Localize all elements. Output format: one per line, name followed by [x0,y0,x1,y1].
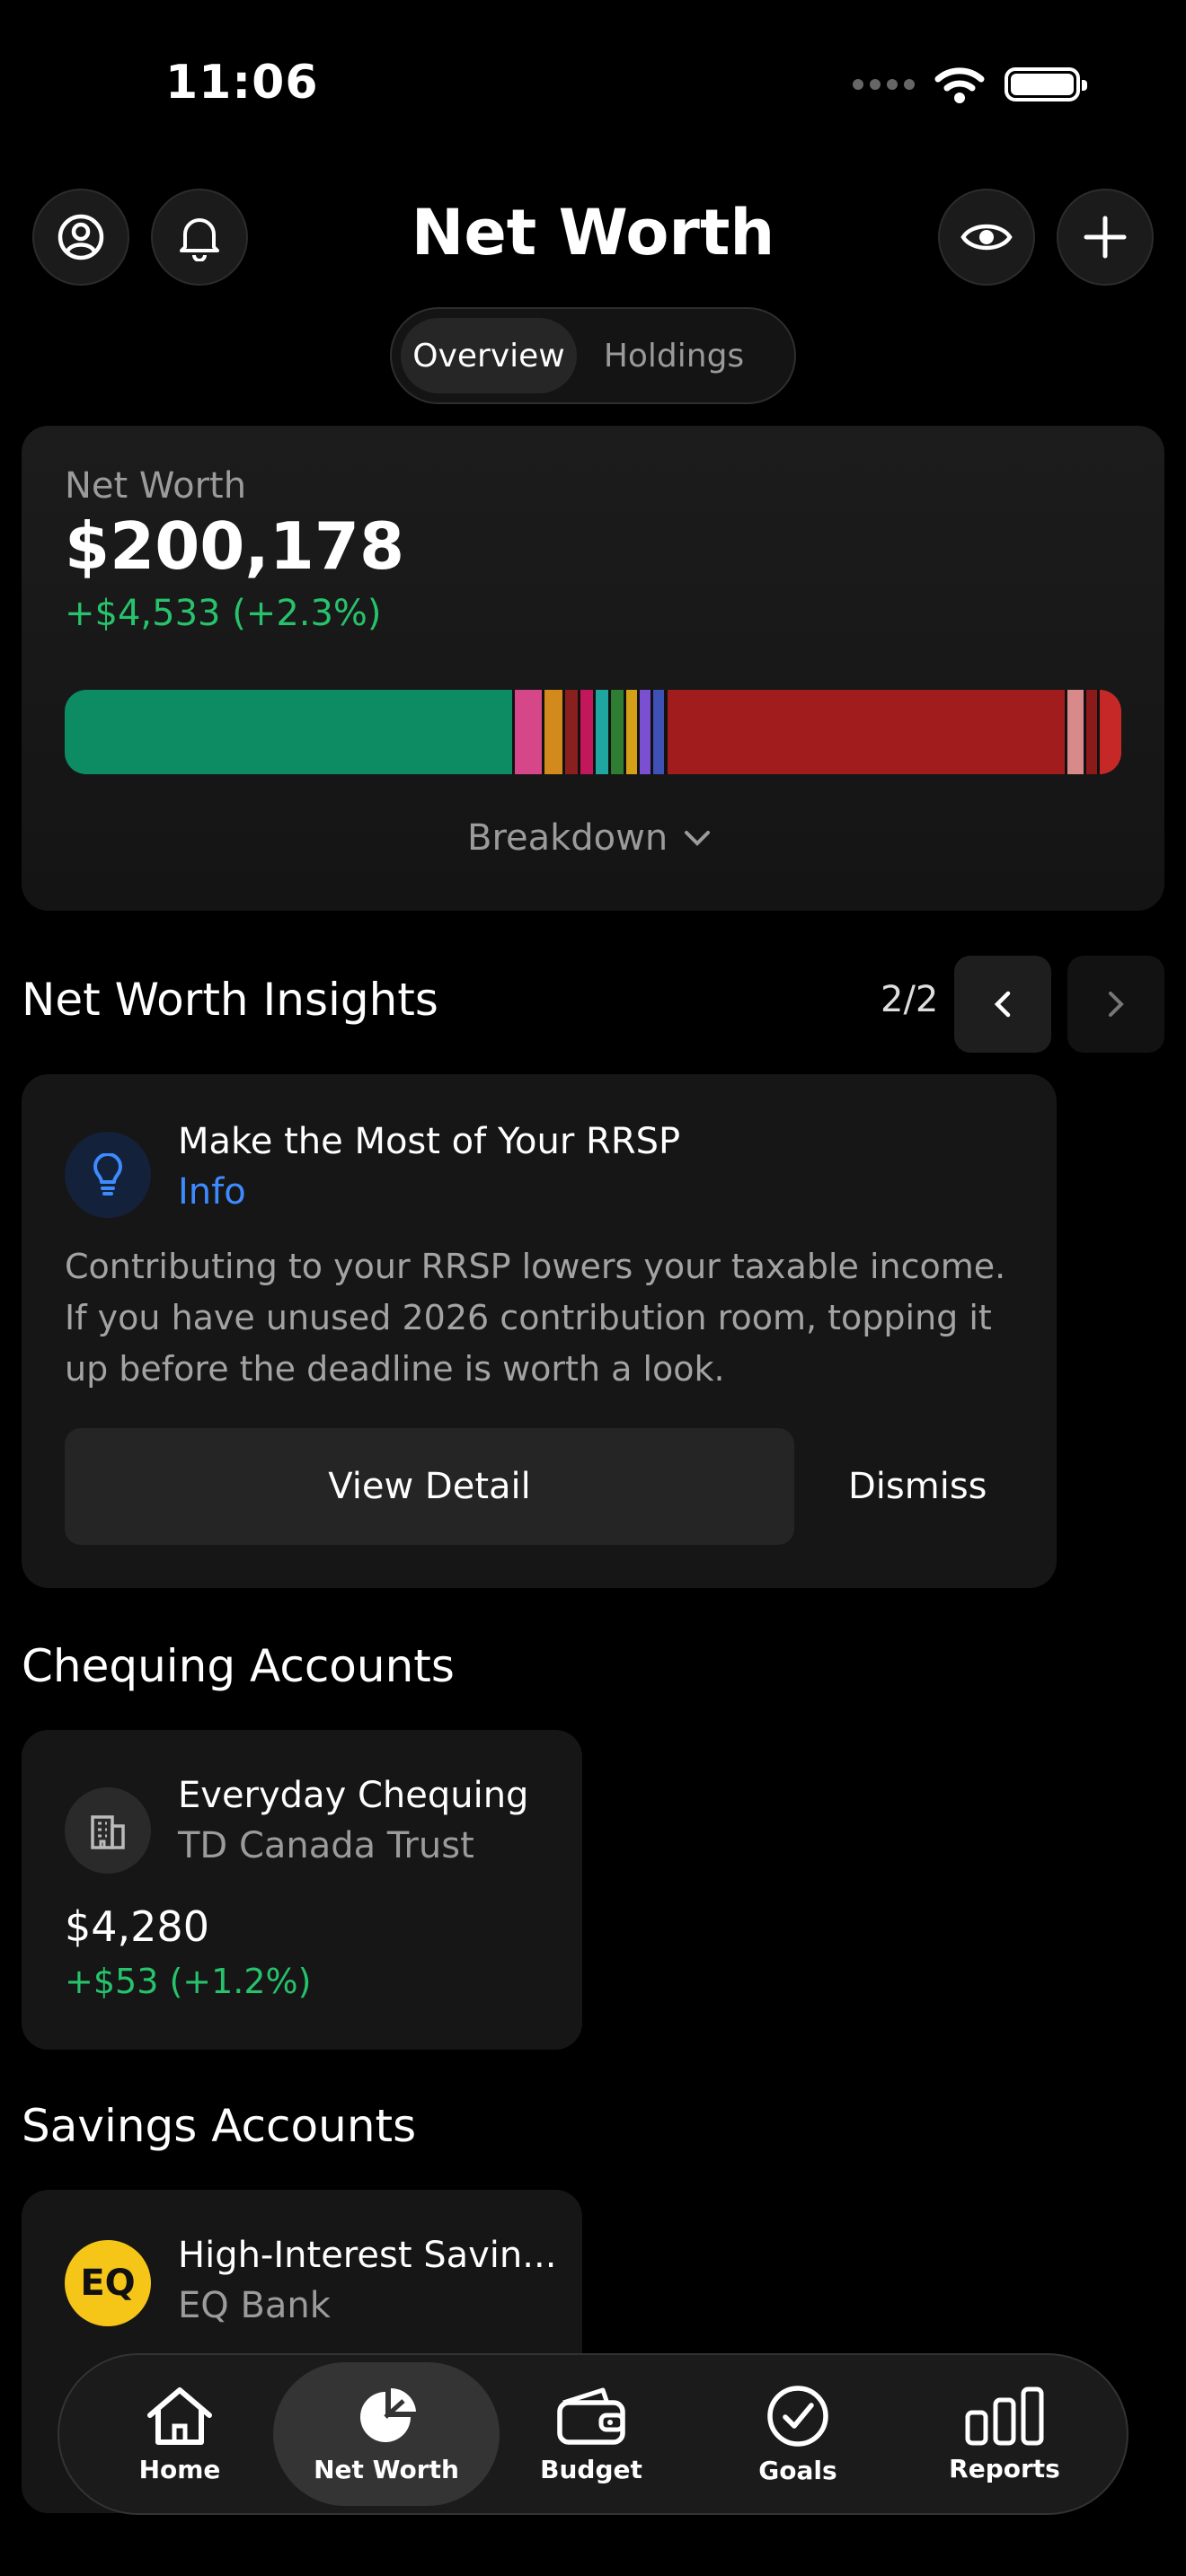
tab-home[interactable]: Home [81,2362,279,2506]
bar-segment [608,690,624,774]
insight-tag: Info [178,1171,246,1213]
eq-bank-logo: EQ [65,2240,151,2326]
bar-segment [578,690,593,774]
net-worth-value: $200,178 [65,508,405,584]
insights-prev-button[interactable] [954,956,1051,1053]
tab-budget-label: Budget [540,2454,642,2484]
net-worth-change: +$4,533 (+2.3%) [65,593,382,634]
bar-segment [637,690,651,774]
view-segmented-control: Overview Holdings [390,307,796,404]
view-detail-button[interactable]: View Detail [65,1428,794,1545]
eye-icon [960,224,1013,251]
insight-body: Contributing to your RRSP lowers your ta… [65,1247,1006,1389]
insights-title: Net Worth Insights [22,974,438,1026]
tab-goals-label: Goals [758,2455,837,2485]
dismiss-button[interactable]: Dismiss [848,1466,987,1507]
wifi-icon [934,67,985,103]
insight-title: Make the Most of Your RRSP [178,1121,681,1162]
bar-chart-icon [965,2386,1044,2445]
plus-icon [1084,216,1127,259]
net-worth-allocation-bar[interactable] [65,690,1121,774]
insights-next-button[interactable] [1067,956,1164,1053]
bar-segment [664,690,1065,774]
tab-overview[interactable]: Overview [401,318,577,393]
bar-segment [624,690,637,774]
insights-pager: 2/2 [881,979,939,1020]
checkmark-circle-icon [767,2385,828,2447]
breakdown-toggle[interactable]: Breakdown [467,817,711,859]
tab-net-worth[interactable]: Net Worth [273,2362,500,2506]
toggle-visibility-button[interactable] [938,189,1035,286]
chevron-right-icon [1109,992,1124,1017]
home-icon [147,2386,212,2445]
lightbulb-icon [93,1153,122,1195]
bar-segment [65,690,512,774]
chequing-section-title: Chequing Accounts [22,1640,455,1692]
bar-segment [593,690,608,774]
cellular-signal-icon [853,79,915,90]
tab-budget[interactable]: Budget [492,2362,690,2506]
bar-segment [542,690,562,774]
bank-icon-badge [65,1787,151,1874]
net-worth-label: Net Worth [65,465,247,507]
tab-holdings[interactable]: Holdings [577,318,771,393]
tab-goals[interactable]: Goals [699,2362,897,2506]
breakdown-label: Breakdown [467,817,668,859]
bar-segment [562,690,578,774]
chevron-left-icon [994,991,1011,1018]
savings-account-name: High-Interest Savin... [178,2235,557,2276]
chequing-change: +$53 (+1.2%) [65,1962,312,2001]
bar-segment [512,690,542,774]
chequing-institution: TD Canada Trust [178,1825,474,1866]
tab-reports[interactable]: Reports [906,2362,1103,2506]
battery-icon [1005,67,1087,101]
chevron-down-icon [685,831,711,846]
tab-net-worth-label: Net Worth [314,2454,459,2484]
bar-segment [1097,690,1121,774]
bar-segment [1084,690,1097,774]
chequing-balance: $4,280 [65,1902,209,1951]
pie-chart-icon [360,2387,416,2442]
lightbulb-icon-badge [65,1132,151,1218]
savings-institution: EQ Bank [178,2285,331,2326]
bar-segment [1065,690,1084,774]
tab-reports-label: Reports [949,2453,1060,2483]
status-icons [853,65,1087,104]
bar-segment [651,690,664,774]
chequing-account-name: Everyday Chequing [178,1775,529,1816]
wallet-icon [557,2387,625,2445]
status-time: 11:06 [165,56,319,110]
savings-section-title: Savings Accounts [22,2100,417,2152]
bank-building-icon [91,1815,125,1849]
tab-home-label: Home [138,2454,221,2484]
add-button[interactable] [1057,189,1154,286]
